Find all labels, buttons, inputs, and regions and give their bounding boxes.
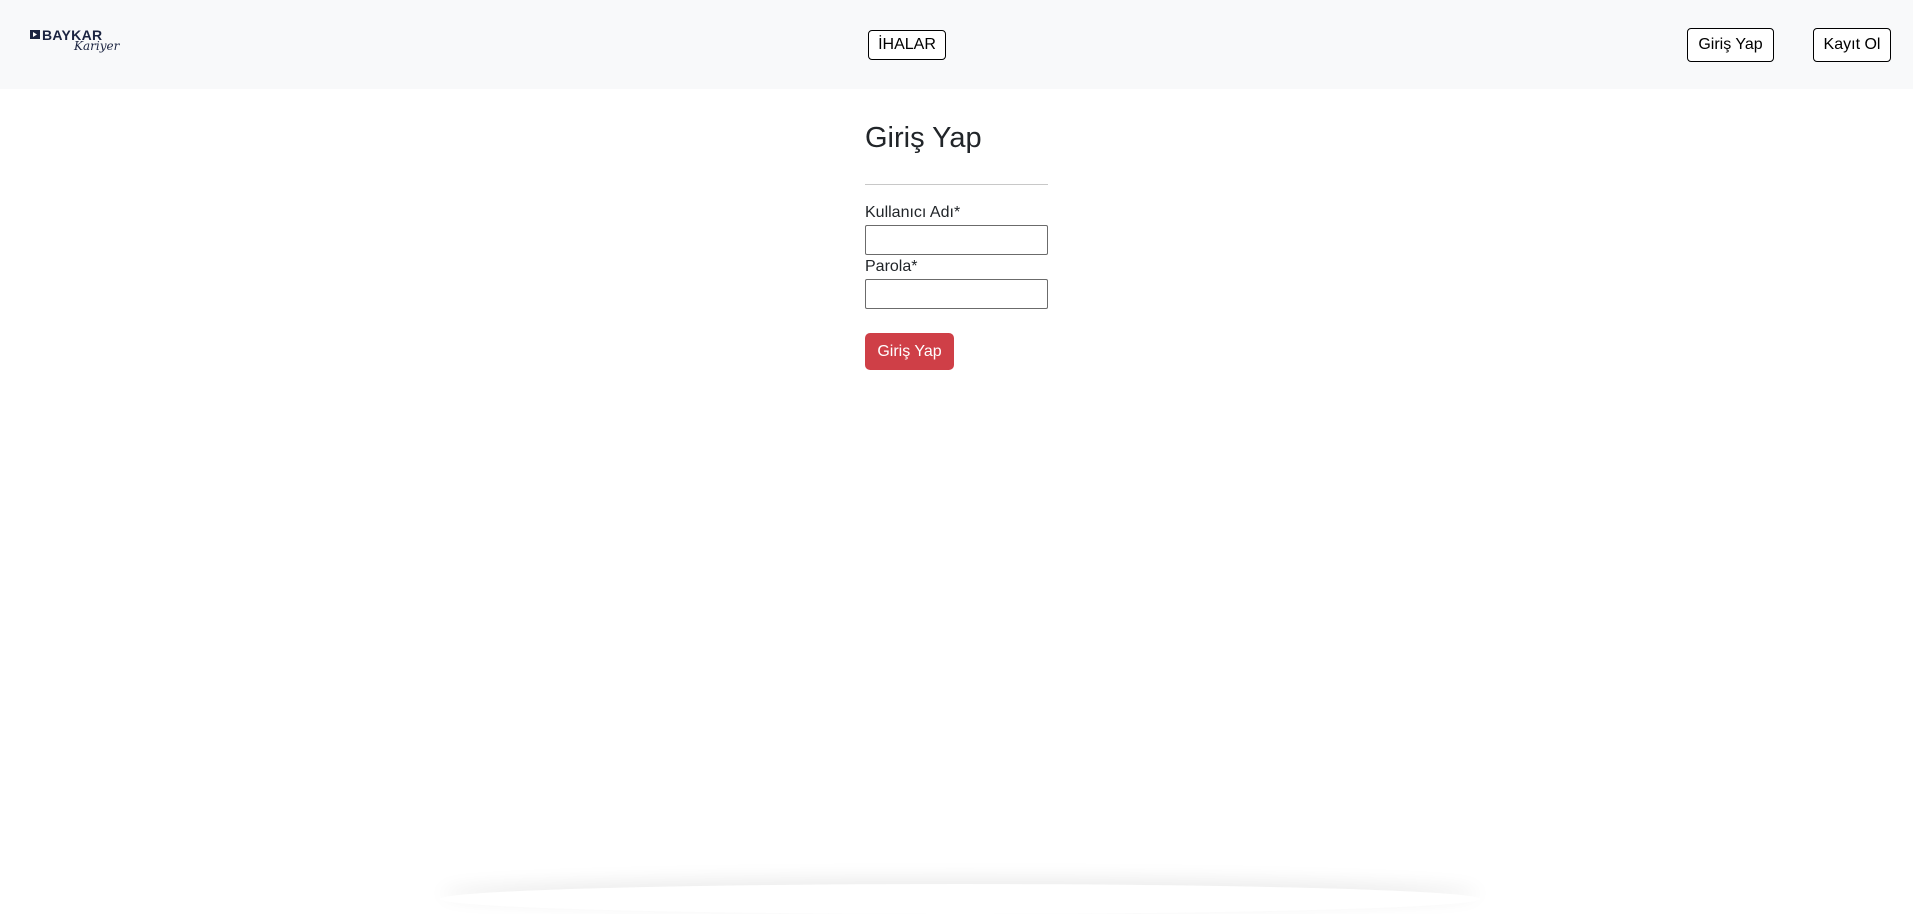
baykar-logo-mark-icon [30, 30, 40, 39]
password-label: Parola* [865, 258, 918, 275]
login-submit-button[interactable]: Giriş Yap [865, 333, 954, 370]
password-input[interactable] [865, 279, 1048, 309]
login-form-container: Giriş Yap Kullanıcı Adı* Parola* Giriş Y… [865, 112, 1048, 370]
nav-ihalar-button[interactable]: İHALAR [868, 30, 946, 60]
title-divider [865, 184, 1048, 185]
nav-register-button[interactable]: Kayıt Ol [1813, 28, 1891, 62]
username-input[interactable] [865, 225, 1048, 255]
nav-login-button[interactable]: Giriş Yap [1687, 28, 1774, 62]
page-title: Giriş Yap [865, 122, 982, 154]
username-label: Kullanıcı Adı* [865, 204, 961, 221]
bottom-panel-edge [440, 884, 1480, 914]
logo-script: Kariyer [74, 39, 120, 53]
top-navbar: BAYKAR Kariyer İHALAR Giriş Yap Kayıt Ol [0, 0, 1913, 89]
baykar-kariyer-logo[interactable]: BAYKAR Kariyer [30, 27, 120, 61]
